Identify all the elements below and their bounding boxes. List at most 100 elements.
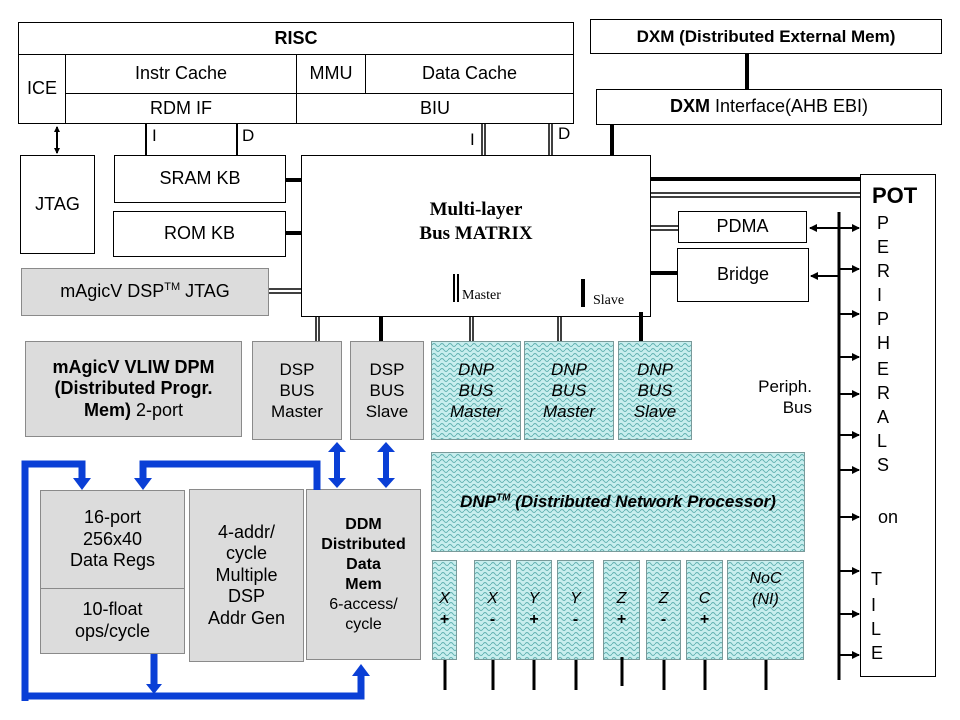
- sram-block: SRAM KB: [114, 155, 286, 203]
- dsp-bus-master-l2: BUS: [279, 380, 315, 400]
- dnp-port-c-plus: C +: [686, 560, 723, 660]
- dpm-block: mAgicV VLIW DPM (Distributed Progr. Mem)…: [25, 341, 242, 437]
- addr-gen-line3: Multiple: [215, 564, 278, 585]
- port-axis: NoC: [749, 570, 782, 587]
- addr-gen-line1: 4-addr/: [217, 521, 276, 542]
- biu-bus-lines: [481, 124, 553, 155]
- port-sign: -: [489, 610, 496, 628]
- rom-block: ROM KB: [113, 211, 286, 257]
- periph-bus-label: Periph. Bus: [736, 376, 812, 419]
- biu-block: BIU: [296, 93, 574, 124]
- magicv-jtag-block: mAgicV DSPTM JTAG: [21, 268, 269, 316]
- bus-matrix-line2: Bus MATRIX: [419, 222, 533, 244]
- jtag-matrix-link: [269, 288, 301, 294]
- pot-block: POT P E R I P H E R A L Son T I L E: [860, 174, 936, 677]
- dnp-port-y-minus: Y-: [557, 560, 594, 660]
- biu-data-bus-label: D: [558, 124, 571, 143]
- ddm-line1: DDM: [345, 515, 382, 533]
- data-cache-block: Data Cache: [365, 54, 574, 94]
- port-axis: Z: [658, 590, 669, 607]
- dnp-port-x-minus: X-: [474, 560, 511, 660]
- ddm-line5: 6-access/: [329, 595, 398, 613]
- addr-gen-block: 4-addr/ cycle Multiple DSP Addr Gen: [189, 489, 304, 662]
- dnp-bus-l1: DNP: [551, 359, 587, 379]
- pot-letter: L: [871, 619, 882, 639]
- matrix-pot-double-link: [651, 192, 860, 198]
- slave-legend-line: [581, 279, 585, 307]
- pot-letter: R: [877, 261, 890, 281]
- pot-letter: E: [871, 643, 884, 663]
- pot-letter: H: [877, 333, 890, 353]
- dnp-bus-slave-block: DNP BUS Slave: [618, 341, 692, 440]
- dnp-port-z-plus: Z +: [603, 560, 640, 660]
- addr-gen-line5: Addr Gen: [207, 607, 286, 628]
- port-axis: C: [698, 590, 711, 607]
- dpm-line2: (Distributed Progr.: [54, 378, 213, 399]
- jtag-block: JTAG: [20, 155, 95, 254]
- master-legend-label: Master: [462, 288, 501, 303]
- regs-line2: 256x40: [82, 528, 143, 549]
- pot-letter: on: [878, 507, 899, 527]
- dnp-bus-l2: BUS: [551, 380, 587, 400]
- matrix-dsp-master-link: [315, 317, 320, 341]
- pot-letter: T: [871, 569, 882, 589]
- dsp-bus-slave-l3: Slave: [365, 402, 409, 422]
- dnp-bus-l2: BUS: [637, 380, 673, 400]
- risc-title: RISC: [18, 22, 574, 55]
- addr-gen-line4: DSP: [227, 586, 265, 607]
- port-sign: +: [439, 610, 450, 628]
- dnp-port-y-plus: Y +: [516, 560, 552, 660]
- periph-bus-line1: Periph.: [758, 377, 812, 396]
- dxm-block: DXM (Distributed External Mem): [590, 19, 942, 54]
- ddm-line6: cycle: [345, 615, 382, 633]
- dnp-bus-master-block-1: DNP BUS Master: [431, 341, 521, 440]
- rdm-if-block: RDM IF: [65, 93, 297, 124]
- pot-letter: I: [871, 595, 877, 615]
- regs-line1: 16-port: [83, 507, 142, 528]
- slave-legend-label: Slave: [593, 293, 625, 308]
- port-sign: +: [616, 610, 627, 628]
- port-axis: Y: [570, 590, 581, 607]
- pot-letter: A: [877, 407, 890, 427]
- dpm-line3-rest: 2-port: [130, 399, 184, 420]
- master-legend-line-b: [457, 274, 459, 302]
- dsp-bus-master-l3: Master: [271, 402, 323, 422]
- pdma-block: PDMA: [678, 211, 807, 243]
- dnp-port-x-plus: X +: [432, 560, 457, 660]
- data-bus-label: D: [242, 126, 255, 145]
- pot-letter: E: [877, 359, 890, 379]
- port-axis: X: [487, 590, 498, 607]
- dnp-port-leads: [443, 657, 768, 690]
- dnp-port-noc: NoC (NI): [727, 560, 804, 660]
- biu-instr-bus-label: I: [470, 130, 475, 149]
- ddm-line3: Data: [346, 555, 381, 573]
- float-line2: ops/cycle: [74, 621, 151, 641]
- port-sign: +: [529, 610, 539, 628]
- dnp-bus-master-block-2: DNP BUS Master: [524, 341, 614, 440]
- instr-cache-block: Instr Cache: [65, 54, 297, 94]
- dpm-line3-bold: Mem): [83, 399, 131, 420]
- matrix-dnp-master2-link: [557, 317, 562, 341]
- addr-gen-line2: cycle: [225, 543, 267, 564]
- periph-bus-line2: Bus: [782, 398, 812, 418]
- dnp-bus-l3: Master: [450, 402, 502, 422]
- pot-letter: P: [877, 213, 890, 233]
- dsp-bus-master-l1: DSP: [279, 359, 315, 379]
- dnp-block: DNPTM (Distributed Network Processor): [431, 452, 805, 552]
- dnp-bus-l2: BUS: [458, 380, 494, 400]
- port-sign: (NI): [752, 590, 779, 608]
- pot-title: POT: [872, 183, 918, 208]
- pot-letter: I: [877, 285, 883, 305]
- mmu-block: MMU: [296, 54, 366, 94]
- dxm-interface-label: Interface(AHB EBI): [709, 96, 869, 117]
- port-sign: +: [699, 610, 710, 628]
- dnp-bus-l3: Slave: [633, 402, 677, 422]
- port-axis: Y: [528, 590, 540, 607]
- pot-letter: E: [877, 237, 890, 257]
- dsp-bus-slave-l2: BUS: [369, 380, 405, 400]
- trademark-sup: TM: [164, 281, 181, 294]
- master-legend-line-a: [453, 274, 455, 302]
- instr-bus-label: I: [152, 126, 157, 145]
- dsp-bus-master-block: DSP BUS Master: [252, 341, 342, 440]
- dnp-bus-l3: Master: [543, 402, 595, 422]
